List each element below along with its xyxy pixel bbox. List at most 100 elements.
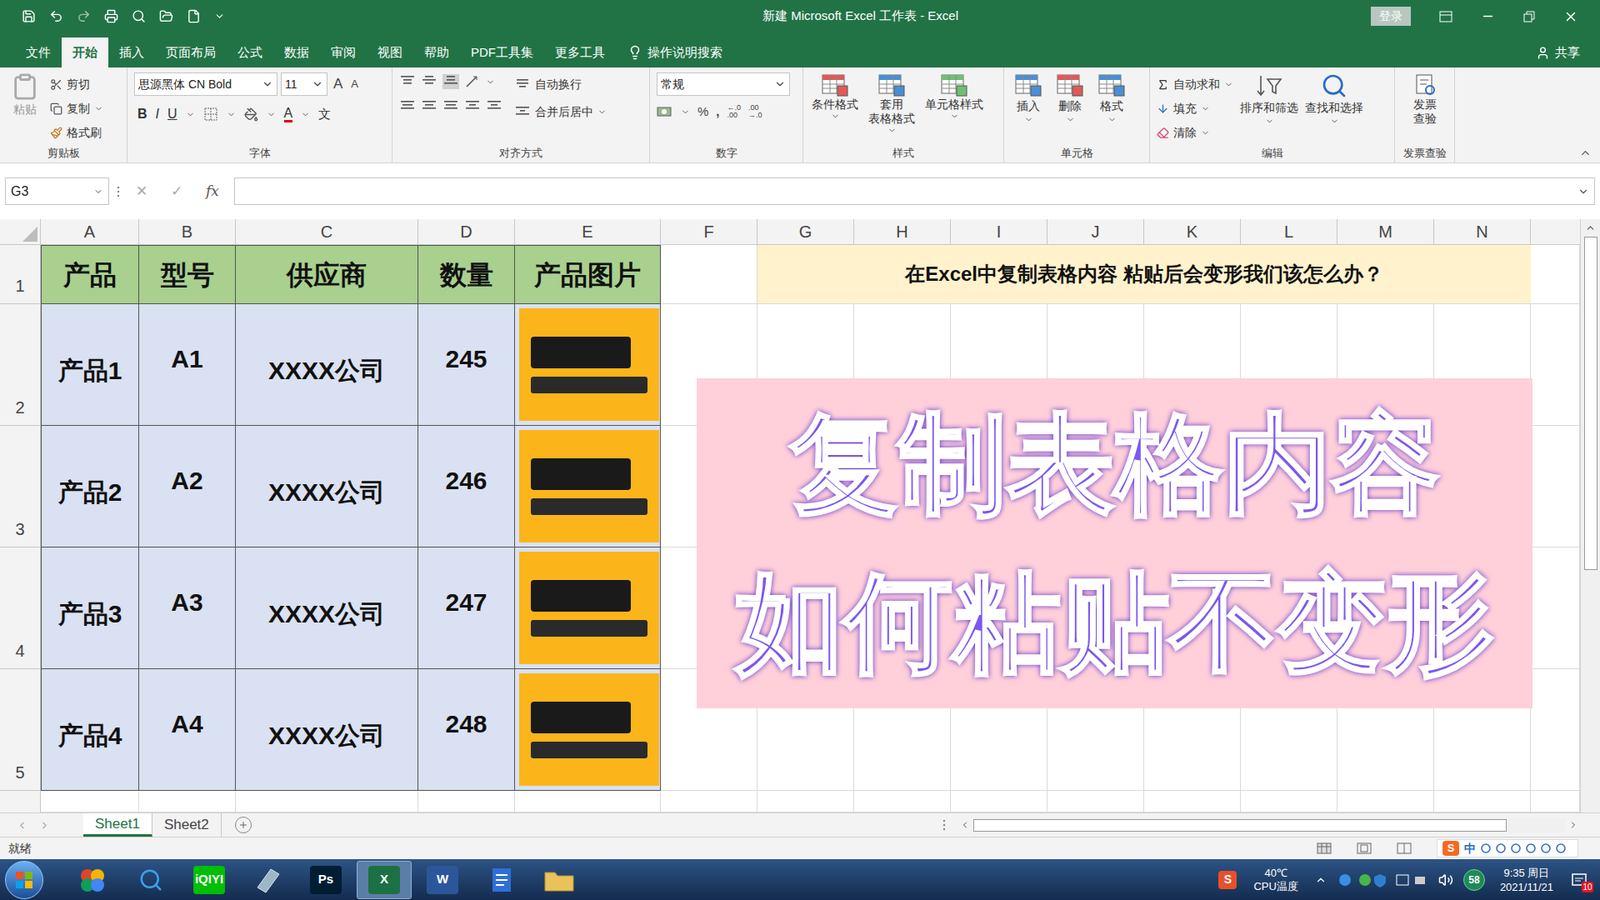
header-cell[interactable]: 产品图片 [515, 245, 661, 305]
data-cell[interactable]: 产品1 [40, 304, 140, 426]
cell[interactable] [1530, 547, 1580, 670]
orientation-icon[interactable] [464, 74, 481, 90]
name-box[interactable]: G3 [5, 177, 110, 205]
row-header[interactable]: 5 [0, 669, 41, 791]
column-header[interactable]: G [757, 219, 855, 245]
underline-button[interactable]: U [167, 104, 178, 125]
taskbar-app[interactable]: X [356, 860, 412, 900]
cell[interactable] [139, 790, 236, 813]
page-layout-icon[interactable] [1356, 842, 1372, 855]
taskbar-app[interactable]: iQIYI [181, 860, 237, 900]
number-format-select[interactable]: 常规 [656, 72, 790, 96]
menu-tab[interactable]: 视图 [366, 37, 414, 68]
header-cell[interactable]: 数量 [418, 245, 515, 305]
image-cell[interactable] [515, 304, 661, 426]
row-header[interactable]: 3 [0, 425, 41, 548]
cell[interactable] [1530, 304, 1580, 426]
sheet-tab[interactable]: Sheet1 [83, 813, 153, 837]
data-cell[interactable]: XXXX公司 [235, 425, 419, 548]
minimize-icon[interactable] [1480, 9, 1495, 24]
column-header[interactable]: F [660, 219, 758, 245]
data-cell[interactable]: XXXX公司 [235, 669, 419, 791]
show-hidden-icons[interactable] [1315, 874, 1327, 886]
column-header[interactable]: B [139, 219, 236, 245]
tell-me-search[interactable]: 操作说明搜索 [615, 37, 735, 68]
horizontal-scrollbar[interactable] [956, 813, 1600, 837]
decimal-button[interactable]: ←.0.00 [727, 104, 742, 120]
header-cell[interactable]: 供应商 [235, 245, 419, 305]
italic-button[interactable]: I [155, 104, 160, 125]
shrink-font-button[interactable]: A [348, 75, 361, 93]
select-all-corner[interactable] [0, 219, 41, 245]
column-header[interactable]: E [515, 219, 661, 245]
font-size-select[interactable]: 11 [280, 72, 328, 96]
column-header[interactable]: K [1144, 219, 1241, 245]
editing-button[interactable]: 查找和选择 [1305, 72, 1364, 126]
ribbon-display-icon[interactable] [1439, 10, 1453, 23]
taskbar-app[interactable]: Ps [298, 860, 354, 900]
cell[interactable] [660, 790, 758, 813]
cells-button[interactable]: 删除 [1052, 72, 1088, 125]
close-icon[interactable] [1563, 9, 1579, 25]
cell[interactable] [660, 245, 758, 305]
open-icon[interactable] [159, 9, 174, 24]
column-header[interactable]: M [1337, 219, 1435, 245]
column-header[interactable]: A [40, 219, 140, 245]
menu-tab[interactable]: PDF工具集 [460, 37, 545, 68]
insert-function-button[interactable]: fx [197, 180, 228, 203]
percent-button[interactable]: % [697, 102, 709, 122]
scroll-right-icon[interactable] [1568, 820, 1579, 830]
column-header[interactable]: J [1047, 219, 1145, 245]
login-button[interactable]: 登录 [1370, 6, 1411, 26]
merge-center-button[interactable]: 合并后居中 [514, 100, 607, 125]
menu-tab[interactable]: 数据 [273, 37, 320, 68]
column-header[interactable] [1530, 219, 1580, 245]
data-cell[interactable]: 245 [418, 304, 515, 426]
style-button[interactable]: 单元格样式 [923, 72, 985, 121]
normal-view-icon[interactable] [1316, 842, 1332, 855]
data-cell[interactable]: 产品2 [40, 425, 140, 548]
cell[interactable] [1530, 425, 1580, 548]
scroll-left-icon[interactable] [960, 820, 970, 830]
customize-icon[interactable] [214, 10, 225, 22]
invoice-check-button[interactable]: 发票查验 [1401, 72, 1448, 126]
copy-button[interactable]: 复制 [50, 96, 104, 121]
redo-icon[interactable] [76, 9, 91, 24]
print-icon[interactable] [104, 9, 119, 24]
column-header[interactable]: I [950, 219, 1048, 245]
vertical-scrollbar[interactable] [1580, 219, 1600, 813]
image-cell[interactable] [515, 547, 661, 670]
new-file-icon[interactable] [186, 9, 201, 24]
menu-tab[interactable]: 审阅 [320, 37, 367, 68]
scroll-thumb[interactable] [973, 819, 1507, 832]
taskbar-app[interactable] [123, 860, 179, 900]
cell[interactable] [418, 790, 515, 813]
enter-button[interactable]: ✓ [162, 180, 191, 203]
cell[interactable] [515, 790, 661, 813]
start-button[interactable] [5, 860, 44, 900]
scroll-up-icon[interactable] [1585, 222, 1596, 234]
notification-button[interactable]: 10 [1568, 869, 1590, 891]
menu-tab[interactable]: 帮助 [413, 37, 460, 68]
fill-color-icon[interactable] [244, 107, 259, 122]
editing-button[interactable]: 排序和筛选 [1240, 72, 1299, 126]
column-header[interactable]: L [1240, 219, 1338, 245]
cell[interactable] [1047, 790, 1145, 813]
data-cell[interactable]: A3 [139, 547, 236, 670]
restore-icon[interactable] [1523, 10, 1535, 23]
row-header[interactable]: 1 [0, 245, 41, 305]
header-cell[interactable]: 产品 [40, 245, 140, 305]
column-header[interactable]: H [854, 219, 951, 245]
splitter-icon[interactable] [941, 818, 947, 832]
cell[interactable] [854, 790, 951, 813]
decimal-button[interactable]: .00→.0 [748, 104, 763, 120]
paste-button[interactable]: 粘贴 [6, 72, 44, 119]
fill-button[interactable]: 填充 [1156, 96, 1234, 121]
data-cell[interactable]: A2 [139, 425, 236, 548]
ime-toolbar[interactable]: S中 [1436, 839, 1579, 858]
format-painter-button[interactable]: 格式刷 [50, 120, 104, 145]
taskbar-app[interactable] [65, 860, 120, 900]
volume-icon[interactable] [1438, 872, 1454, 888]
border-icon[interactable] [203, 106, 219, 122]
scroll-thumb[interactable] [1584, 236, 1598, 570]
